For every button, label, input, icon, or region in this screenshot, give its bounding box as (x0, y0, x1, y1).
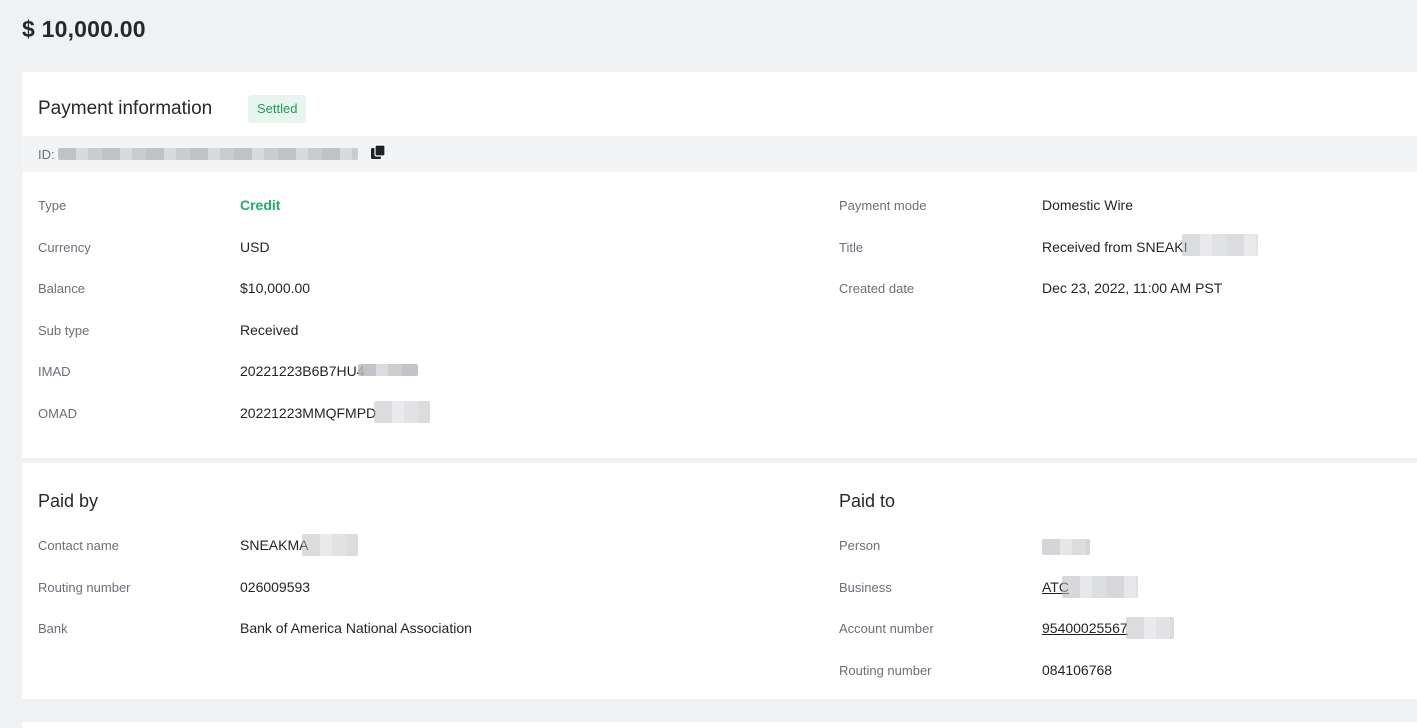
bank-value: Bank of America National Association (240, 620, 472, 636)
imad-value: 20221223B6B7HU4 (240, 363, 365, 379)
redacted-imad (358, 364, 418, 376)
redacted-omad (374, 401, 430, 423)
balance-label: Balance (38, 281, 85, 296)
redacted-account-number (1126, 617, 1174, 639)
redacted-id (58, 148, 358, 160)
title-value: Received from SNEAKI (1042, 239, 1188, 255)
imad-label: IMAD (38, 364, 71, 379)
created-date-label: Created date (839, 281, 915, 296)
contact-name-value: SNEAKMA (240, 537, 309, 553)
payment-mode-value: Domestic Wire (1042, 197, 1134, 213)
payee-routing-number-value: 084106768 (1042, 662, 1113, 678)
currency-value: USD (240, 239, 270, 255)
omad-value: 20221223MMQFMPD (240, 405, 377, 421)
payer-routing-number-label: Routing number (38, 580, 131, 595)
payment-information-title: Payment information (38, 98, 213, 119)
person-label: Person (839, 538, 881, 553)
contact-name-label: Contact name (38, 538, 119, 553)
copy-icon[interactable] (370, 144, 386, 160)
payee-routing-number-label: Routing number (839, 663, 932, 678)
title-label: Title (839, 240, 864, 255)
parties-card: Paid by Contact name SNEAKMA Routing num… (22, 463, 1417, 699)
redacted-title (1182, 234, 1258, 256)
bank-label: Bank (38, 621, 68, 636)
status-badge: Settled (248, 95, 307, 123)
type-value: Credit (240, 197, 281, 213)
redacted-person (1042, 539, 1090, 555)
type-label: Type (38, 198, 67, 213)
payment-mode-label: Payment mode (839, 198, 927, 213)
sub-type-value: Received (240, 322, 299, 338)
paid-to-title: Paid to (839, 491, 896, 511)
balance-value: $10,000.00 (240, 280, 311, 296)
omad-label: OMAD (38, 406, 77, 421)
id-label: ID: (38, 147, 55, 162)
payment-id-row: ID: (22, 136, 1417, 172)
redacted-contact-name (302, 534, 358, 556)
sub-type-label: Sub type (38, 323, 90, 338)
business-label: Business (839, 580, 892, 595)
currency-label: Currency (38, 240, 91, 255)
redacted-business (1062, 576, 1138, 598)
paid-by-title: Paid by (38, 491, 99, 511)
payment-information-card: Payment information Settled ID: Type Cre… (22, 72, 1417, 458)
payer-routing-number-value: 026009593 (240, 579, 311, 595)
payment-amount: $ 10,000.00 (22, 16, 146, 42)
account-number-label: Account number (839, 621, 934, 636)
created-date-value: Dec 23, 2022, 11:00 AM PST (1042, 280, 1223, 296)
next-card-edge (22, 722, 1417, 728)
account-number-link[interactable]: 95400025567 (1042, 620, 1128, 636)
